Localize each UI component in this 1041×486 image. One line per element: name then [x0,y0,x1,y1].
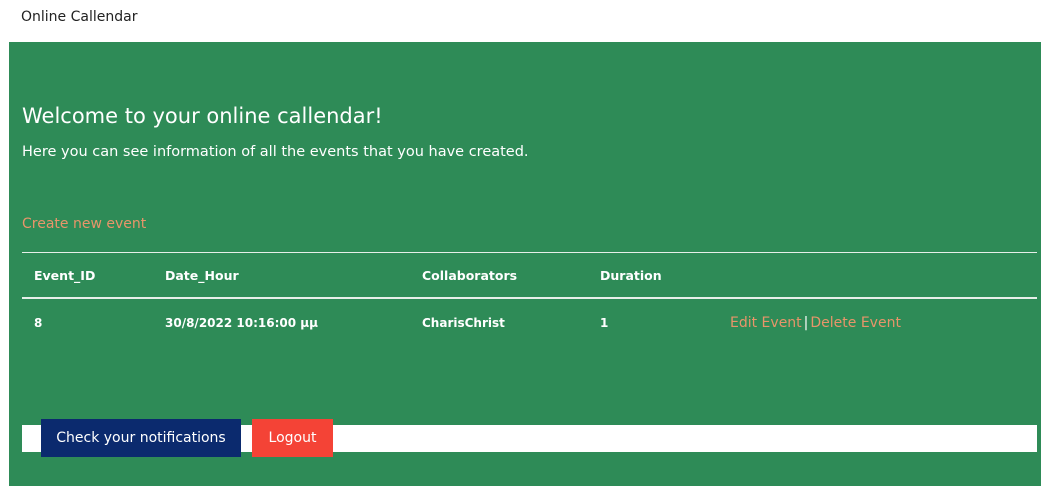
column-header-actions [730,252,1037,299]
check-notifications-button[interactable]: Check your notifications [41,419,241,457]
main-panel: Welcome to your online callendar! Here y… [9,42,1041,486]
app-title: Online Callendar [21,9,138,25]
cell-date-hour: 30/8/2022 10:16:00 μμ [165,316,318,330]
cell-collaborators: CharisChrist [422,316,505,330]
logout-button[interactable]: Logout [252,419,333,457]
table-header-row: Event_ID Date_Hour Collaborators Duratio… [22,252,1037,299]
column-header-date-hour: Date_Hour [165,252,422,299]
events-table: Event_ID Date_Hour Collaborators Duratio… [22,252,1037,347]
column-header-duration: Duration [600,252,730,299]
column-header-collaborators: Collaborators [422,252,600,299]
delete-event-link[interactable]: Delete Event [810,315,901,331]
edit-event-link[interactable]: Edit Event [730,315,802,331]
create-new-event-link[interactable]: Create new event [22,214,146,234]
column-header-event-id: Event_ID [22,252,165,299]
table-row: 8 30/8/2022 10:16:00 μμ CharisChrist 1 E… [22,298,1037,347]
cell-actions: Edit Event | Delete Event [730,298,1037,347]
cell-duration: 1 [600,316,609,330]
welcome-subtitle: Here you can see information of all the … [22,144,529,160]
welcome-title: Welcome to your online callendar! [22,104,383,128]
cell-event-id: 8 [34,316,43,330]
